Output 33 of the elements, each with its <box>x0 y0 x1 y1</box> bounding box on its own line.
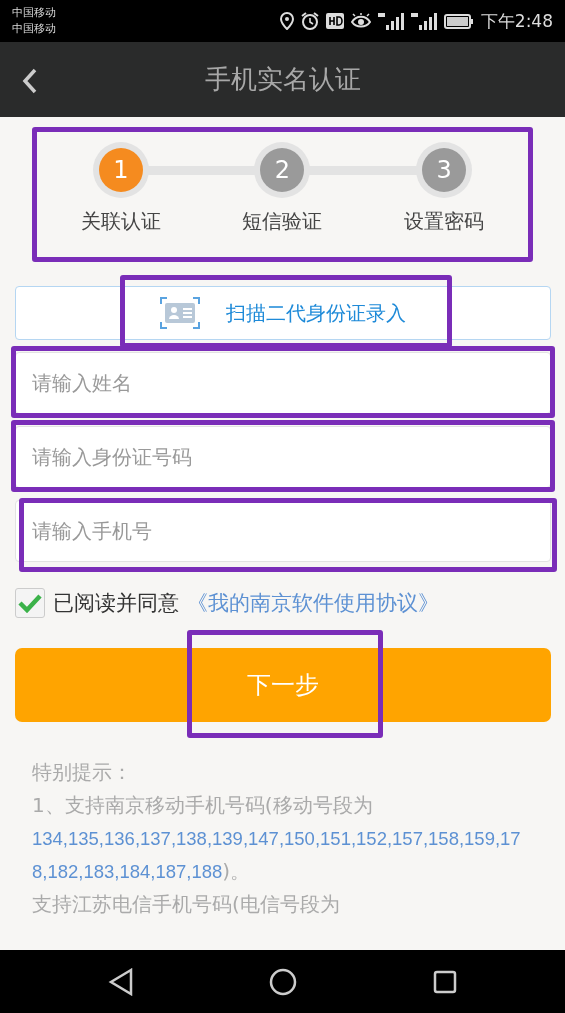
step-number: 1 <box>98 148 143 192</box>
step-number: 3 <box>422 148 467 192</box>
tip-note: 支持江苏电信手机号码(电信号段为 <box>32 891 341 918</box>
tip-note: 1、支持南京移动手机号码(移动号段为 134,135,136,137,138,139,147,150,151,152,157,158,159,178,182,183,184,187,188)。 <box>32 792 522 885</box>
carrier-name: 中国移动 <box>12 21 56 37</box>
signal-icon <box>410 12 437 30</box>
input-field[interactable]: 请输入身份证号码 <box>15 426 551 488</box>
page-title: 手机实名认证 <box>204 63 361 96</box>
agree-checkbox[interactable] <box>15 588 45 618</box>
next-step-button[interactable]: 下一步 <box>15 648 551 722</box>
step-number: 2 <box>260 148 305 192</box>
agreement-text: 已阅读并同意 <box>53 590 179 617</box>
location-icon <box>279 12 294 30</box>
tips-title: 特别提示： <box>32 759 133 786</box>
signal-icon <box>377 12 404 30</box>
clock-time: 下午2:48 <box>480 9 553 33</box>
hd-icon <box>325 13 344 29</box>
eye-icon <box>350 13 371 29</box>
carrier-name: 中国移动 <box>12 5 56 21</box>
back-icon[interactable] <box>107 967 134 996</box>
input-field[interactable]: 请输入姓名 <box>15 352 551 414</box>
back-icon[interactable] <box>22 68 38 94</box>
battery-icon <box>443 13 474 29</box>
step-label: 设置密码 <box>403 208 486 235</box>
home-icon[interactable] <box>269 967 298 996</box>
id-card-icon <box>160 297 200 329</box>
step-label: 短信验证 <box>241 208 324 235</box>
step-label: 关联认证 <box>79 208 162 235</box>
input-field[interactable]: 请输入手机号 <box>15 500 551 562</box>
agreement-link[interactable]: 《我的南京软件使用协议》 <box>187 589 439 617</box>
alarm-icon <box>300 12 319 30</box>
scan-id-button[interactable]: 扫描二代身份证录入 <box>140 287 426 339</box>
recents-icon[interactable] <box>433 969 458 994</box>
